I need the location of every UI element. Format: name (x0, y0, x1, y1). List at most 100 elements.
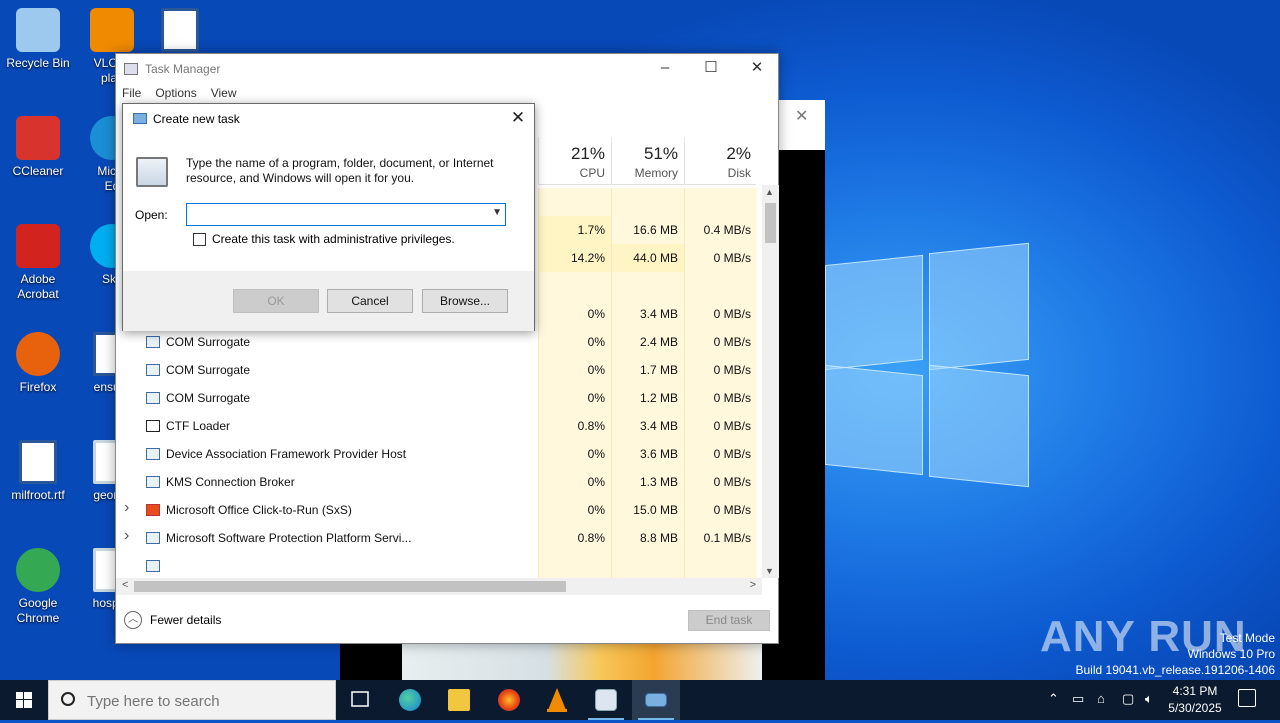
desktop-icon[interactable]: milfroot.rtf (0, 440, 76, 503)
taskbar-firefox[interactable] (485, 680, 533, 720)
mem-cell: 1.3 MB (611, 468, 684, 496)
cpu-cell: 0% (538, 384, 611, 412)
task-manager-titlebar[interactable]: Task Manager – ☐ ✕ (116, 54, 778, 84)
scroll-up-icon[interactable]: ▲ (765, 187, 774, 197)
taskbar-vlc[interactable] (533, 680, 581, 720)
table-row[interactable]: › Microsoft Office Click-to-Run (SxS) 0% 15… (116, 496, 757, 524)
vertical-scrollbar[interactable]: ▲ ▼ (762, 185, 779, 578)
mem-cell: 44.0 MB (611, 244, 684, 272)
disk-cell: 0.1 MB/s (684, 524, 757, 552)
admin-privileges-checkbox[interactable]: Create this task with administrative pri… (193, 232, 455, 246)
maximize-button[interactable]: ☐ (688, 54, 734, 84)
taskbar-clock[interactable]: 4:31 PM 5/30/2025 (1160, 683, 1230, 717)
run-taskbar-icon (645, 693, 667, 707)
desktop-icon[interactable]: Google Chrome (0, 548, 76, 626)
expand-chevron-icon[interactable]: › (124, 527, 129, 545)
ok-button[interactable]: OK (233, 289, 319, 313)
disk-cell: 0 MB/s (684, 440, 757, 468)
end-task-button[interactable]: End task (688, 610, 770, 631)
open-input[interactable] (191, 206, 481, 223)
table-row[interactable]: Device Association Framework Provider Ho… (116, 440, 757, 468)
task-manager-title: Task Manager (145, 62, 221, 76)
desktop-icon-label: Google Chrome (16, 596, 60, 625)
fewer-details-button[interactable]: ︿ Fewer details (124, 610, 221, 630)
volume-icon[interactable]: 🔈︎ (1145, 691, 1153, 707)
desktop-icon-label: CCleaner (12, 164, 64, 178)
taskbar-search-input[interactable] (87, 691, 327, 711)
dialog-titlebar[interactable]: Create new task ✕ (123, 104, 534, 134)
horizontal-scrollbar[interactable]: < > (116, 578, 762, 595)
taskbar-task-manager[interactable] (582, 680, 630, 720)
taskbar-run[interactable] (632, 680, 680, 720)
open-combobox[interactable]: ▼ (186, 203, 506, 226)
memory-percent: 51% (643, 144, 678, 163)
chevron-down-icon[interactable]: ▼ (492, 207, 502, 218)
table-row[interactable]: › Microsoft Software Protection Platform … (116, 524, 757, 552)
scroll-down-icon[interactable]: ▼ (765, 566, 774, 576)
process-name: COM Surrogate (166, 363, 251, 377)
cpu-cell: 1.7% (538, 216, 611, 244)
chrome-icon (16, 548, 60, 592)
table-row[interactable] (116, 552, 757, 578)
task-manager-icon (124, 63, 138, 75)
cancel-button[interactable]: Cancel (327, 289, 413, 313)
chevron-up-icon[interactable]: ⌃ (1048, 691, 1059, 707)
background-close-icon[interactable]: ✕ (795, 106, 808, 126)
table-row[interactable]: CTF Loader 0.8% 3.4 MB 0 MB/s (116, 412, 757, 440)
minimize-button[interactable]: – (642, 54, 688, 84)
vlc-icon (547, 688, 567, 712)
menu-file[interactable]: File (122, 86, 141, 100)
fewer-details-label: Fewer details (150, 613, 222, 627)
process-icon (146, 336, 160, 348)
taskbar-edge[interactable] (386, 680, 434, 720)
browse-button[interactable]: Browse... (422, 289, 508, 313)
mem-cell: 15.0 MB (611, 496, 684, 524)
memory-column-header[interactable]: 51% Memory (611, 137, 684, 185)
desktop-icon[interactable]: Adobe Acrobat (0, 224, 76, 302)
scroll-left-icon[interactable]: < (122, 579, 128, 591)
expand-chevron-icon[interactable]: › (124, 499, 129, 517)
desktop-icon[interactable]: CCleaner (0, 116, 76, 179)
process-name: Microsoft Software Protection Platform S… (166, 531, 412, 545)
desktop-icon[interactable]: Recycle Bin (0, 8, 76, 71)
table-row[interactable]: KMS Connection Broker 0% 1.3 MB 0 MB/s (116, 468, 757, 496)
menu-view[interactable]: View (211, 86, 237, 100)
mem-cell: 3.6 MB (611, 440, 684, 468)
close-button[interactable]: ✕ (734, 54, 780, 84)
cpu-column-header[interactable]: 21% CPU (538, 137, 611, 185)
process-name: Microsoft Office Click-to-Run (SxS) (166, 503, 352, 517)
horizontal-scroll-thumb[interactable] (134, 581, 566, 592)
process-name: KMS Connection Broker (166, 475, 295, 489)
disk-cell: 0 MB/s (684, 468, 757, 496)
checkbox-box[interactable] (193, 232, 206, 246)
tablet-icon[interactable]: ▭ (1072, 691, 1084, 707)
menu-bar: File Options View (122, 86, 251, 104)
disk-cell (684, 552, 757, 578)
scroll-right-icon[interactable]: > (750, 579, 756, 591)
start-button[interactable] (0, 680, 48, 720)
disk-column-header[interactable]: 2% Disk (684, 137, 757, 185)
process-name: CTF Loader (166, 419, 231, 433)
desktop-icon[interactable]: Firefox (0, 332, 76, 395)
desktop-icon[interactable] (142, 8, 218, 56)
run-icon (133, 113, 147, 124)
taskbar-file-explorer[interactable] (435, 680, 483, 720)
vertical-scroll-thumb[interactable] (765, 203, 776, 243)
disk-cell: 0 MB/s (684, 328, 757, 356)
clock-date: 5/30/2025 (1168, 701, 1222, 715)
cpu-cell (538, 272, 611, 300)
menu-options[interactable]: Options (155, 86, 196, 100)
notification-icon[interactable] (1238, 689, 1256, 707)
cpu-cell: 0% (538, 356, 611, 384)
network-icon[interactable]: ⌂ (1097, 691, 1105, 706)
task-view-button[interactable] (336, 680, 384, 720)
disk-cell: 0 MB/s (684, 244, 757, 272)
table-row[interactable]: COM Surrogate 0% 1.2 MB 0 MB/s (116, 384, 757, 412)
disk-cell: 0 MB/s (684, 300, 757, 328)
taskbar-search-box[interactable] (48, 680, 336, 720)
dialog-close-button[interactable]: ✕ (502, 104, 534, 134)
search-icon (61, 692, 75, 706)
table-row[interactable]: COM Surrogate 0% 2.4 MB 0 MB/s (116, 328, 757, 356)
network-wired-icon[interactable]: ▢ (1122, 691, 1134, 707)
table-row[interactable]: COM Surrogate 0% 1.7 MB 0 MB/s (116, 356, 757, 384)
